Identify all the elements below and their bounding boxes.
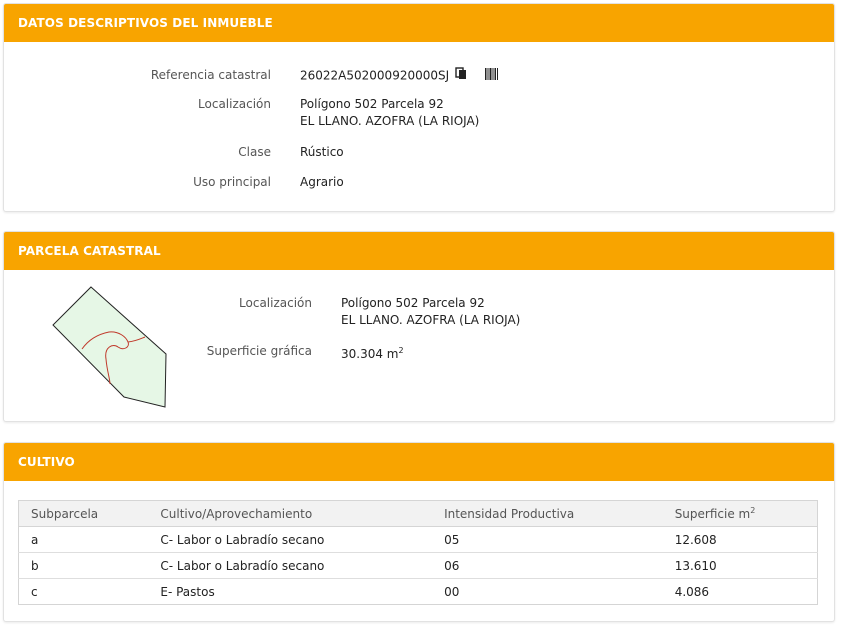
superficie-unit-exponent: 2 (398, 346, 404, 355)
parcela-localizacion-label: Localización (239, 296, 312, 310)
col-superficie-text: Superficie m (674, 507, 751, 521)
ref-catastral-value: 26022A502000920000SJ (300, 67, 498, 85)
parcela-localizacion-value: Polígono 502 Parcela 92 EL LLANO. AZOFRA… (341, 295, 520, 329)
cultivo-table: Subparcela Cultivo/Aprovechamiento Inten… (18, 500, 818, 605)
cell-superficie: 12.608 (662, 526, 818, 553)
ref-catastral-text: 26022A502000920000SJ (300, 68, 450, 83)
cell-subparcela: a (18, 526, 149, 553)
localizacion-value: Polígono 502 Parcela 92 EL LLANO. AZOFRA… (300, 96, 479, 130)
uso-principal-value: Agrario (300, 175, 344, 189)
clase-label: Clase (238, 145, 271, 159)
superficie-grafica-value: 30.304 m2 (341, 342, 404, 363)
cell-intensidad: 00 (432, 578, 663, 605)
cell-subparcela: c (18, 578, 149, 605)
localizacion-label: Localización (198, 97, 271, 111)
cell-cultivo: E- Pastos (148, 578, 433, 605)
panel-title: DATOS DESCRIPTIVOS DEL INMUEBLE (4, 4, 834, 42)
col-intensidad: Intensidad Productiva (432, 500, 663, 527)
col-subparcela: Subparcela (18, 500, 149, 527)
datos-descriptivos-panel: DATOS DESCRIPTIVOS DEL INMUEBLE Referenc… (3, 3, 835, 212)
parcela-localizacion-line-2: EL LLANO. AZOFRA (LA RIOJA) (341, 313, 521, 327)
cell-superficie: 13.610 (662, 552, 818, 579)
panel-title: CULTIVO (4, 443, 834, 481)
cell-cultivo: C- Labor o Labradío secano (148, 552, 433, 579)
col-cultivo: Cultivo/Aprovechamiento (148, 500, 433, 527)
superficie-grafica-label: Superficie gráfica (206, 344, 312, 358)
table-row: c E- Pastos 00 4.086 (18, 578, 818, 605)
localizacion-line-1: Polígono 502 Parcela 92 (300, 97, 444, 111)
cell-subparcela: b (18, 552, 149, 579)
table-header-row: Subparcela Cultivo/Aprovechamiento Inten… (18, 500, 818, 527)
clase-value: Rústico (300, 145, 344, 159)
uso-principal-label: Uso principal (193, 175, 271, 189)
parcel-map[interactable] (44, 279, 184, 414)
superficie-grafica-number: 30.304 m (341, 347, 399, 361)
panel-title: PARCELA CATASTRAL (4, 232, 834, 270)
cultivo-panel: CULTIVO Subparcela Cultivo/Aprovechamien… (3, 442, 835, 622)
localizacion-line-2: EL LLANO. AZOFRA (LA RIOJA) (300, 114, 480, 128)
table-row: a C- Labor o Labradío secano 05 12.608 (18, 526, 818, 553)
ref-catastral-label: Referencia catastral (150, 68, 271, 82)
cell-cultivo: C- Labor o Labradío secano (148, 526, 433, 553)
parcela-localizacion-line-1: Polígono 502 Parcela 92 (341, 296, 485, 310)
barcode-icon[interactable] (484, 67, 498, 85)
table-row: b C- Labor o Labradío secano 06 13.610 (18, 552, 818, 579)
cell-intensidad: 05 (432, 526, 663, 553)
col-superficie: Superficie m2 (662, 500, 818, 527)
cell-superficie: 4.086 (662, 578, 818, 605)
col-superficie-exponent: 2 (750, 506, 756, 515)
cell-intensidad: 06 (432, 552, 663, 579)
parcela-catastral-panel: PARCELA CATASTRAL Localización Polígono … (3, 231, 835, 422)
copy-icon[interactable] (455, 67, 468, 85)
